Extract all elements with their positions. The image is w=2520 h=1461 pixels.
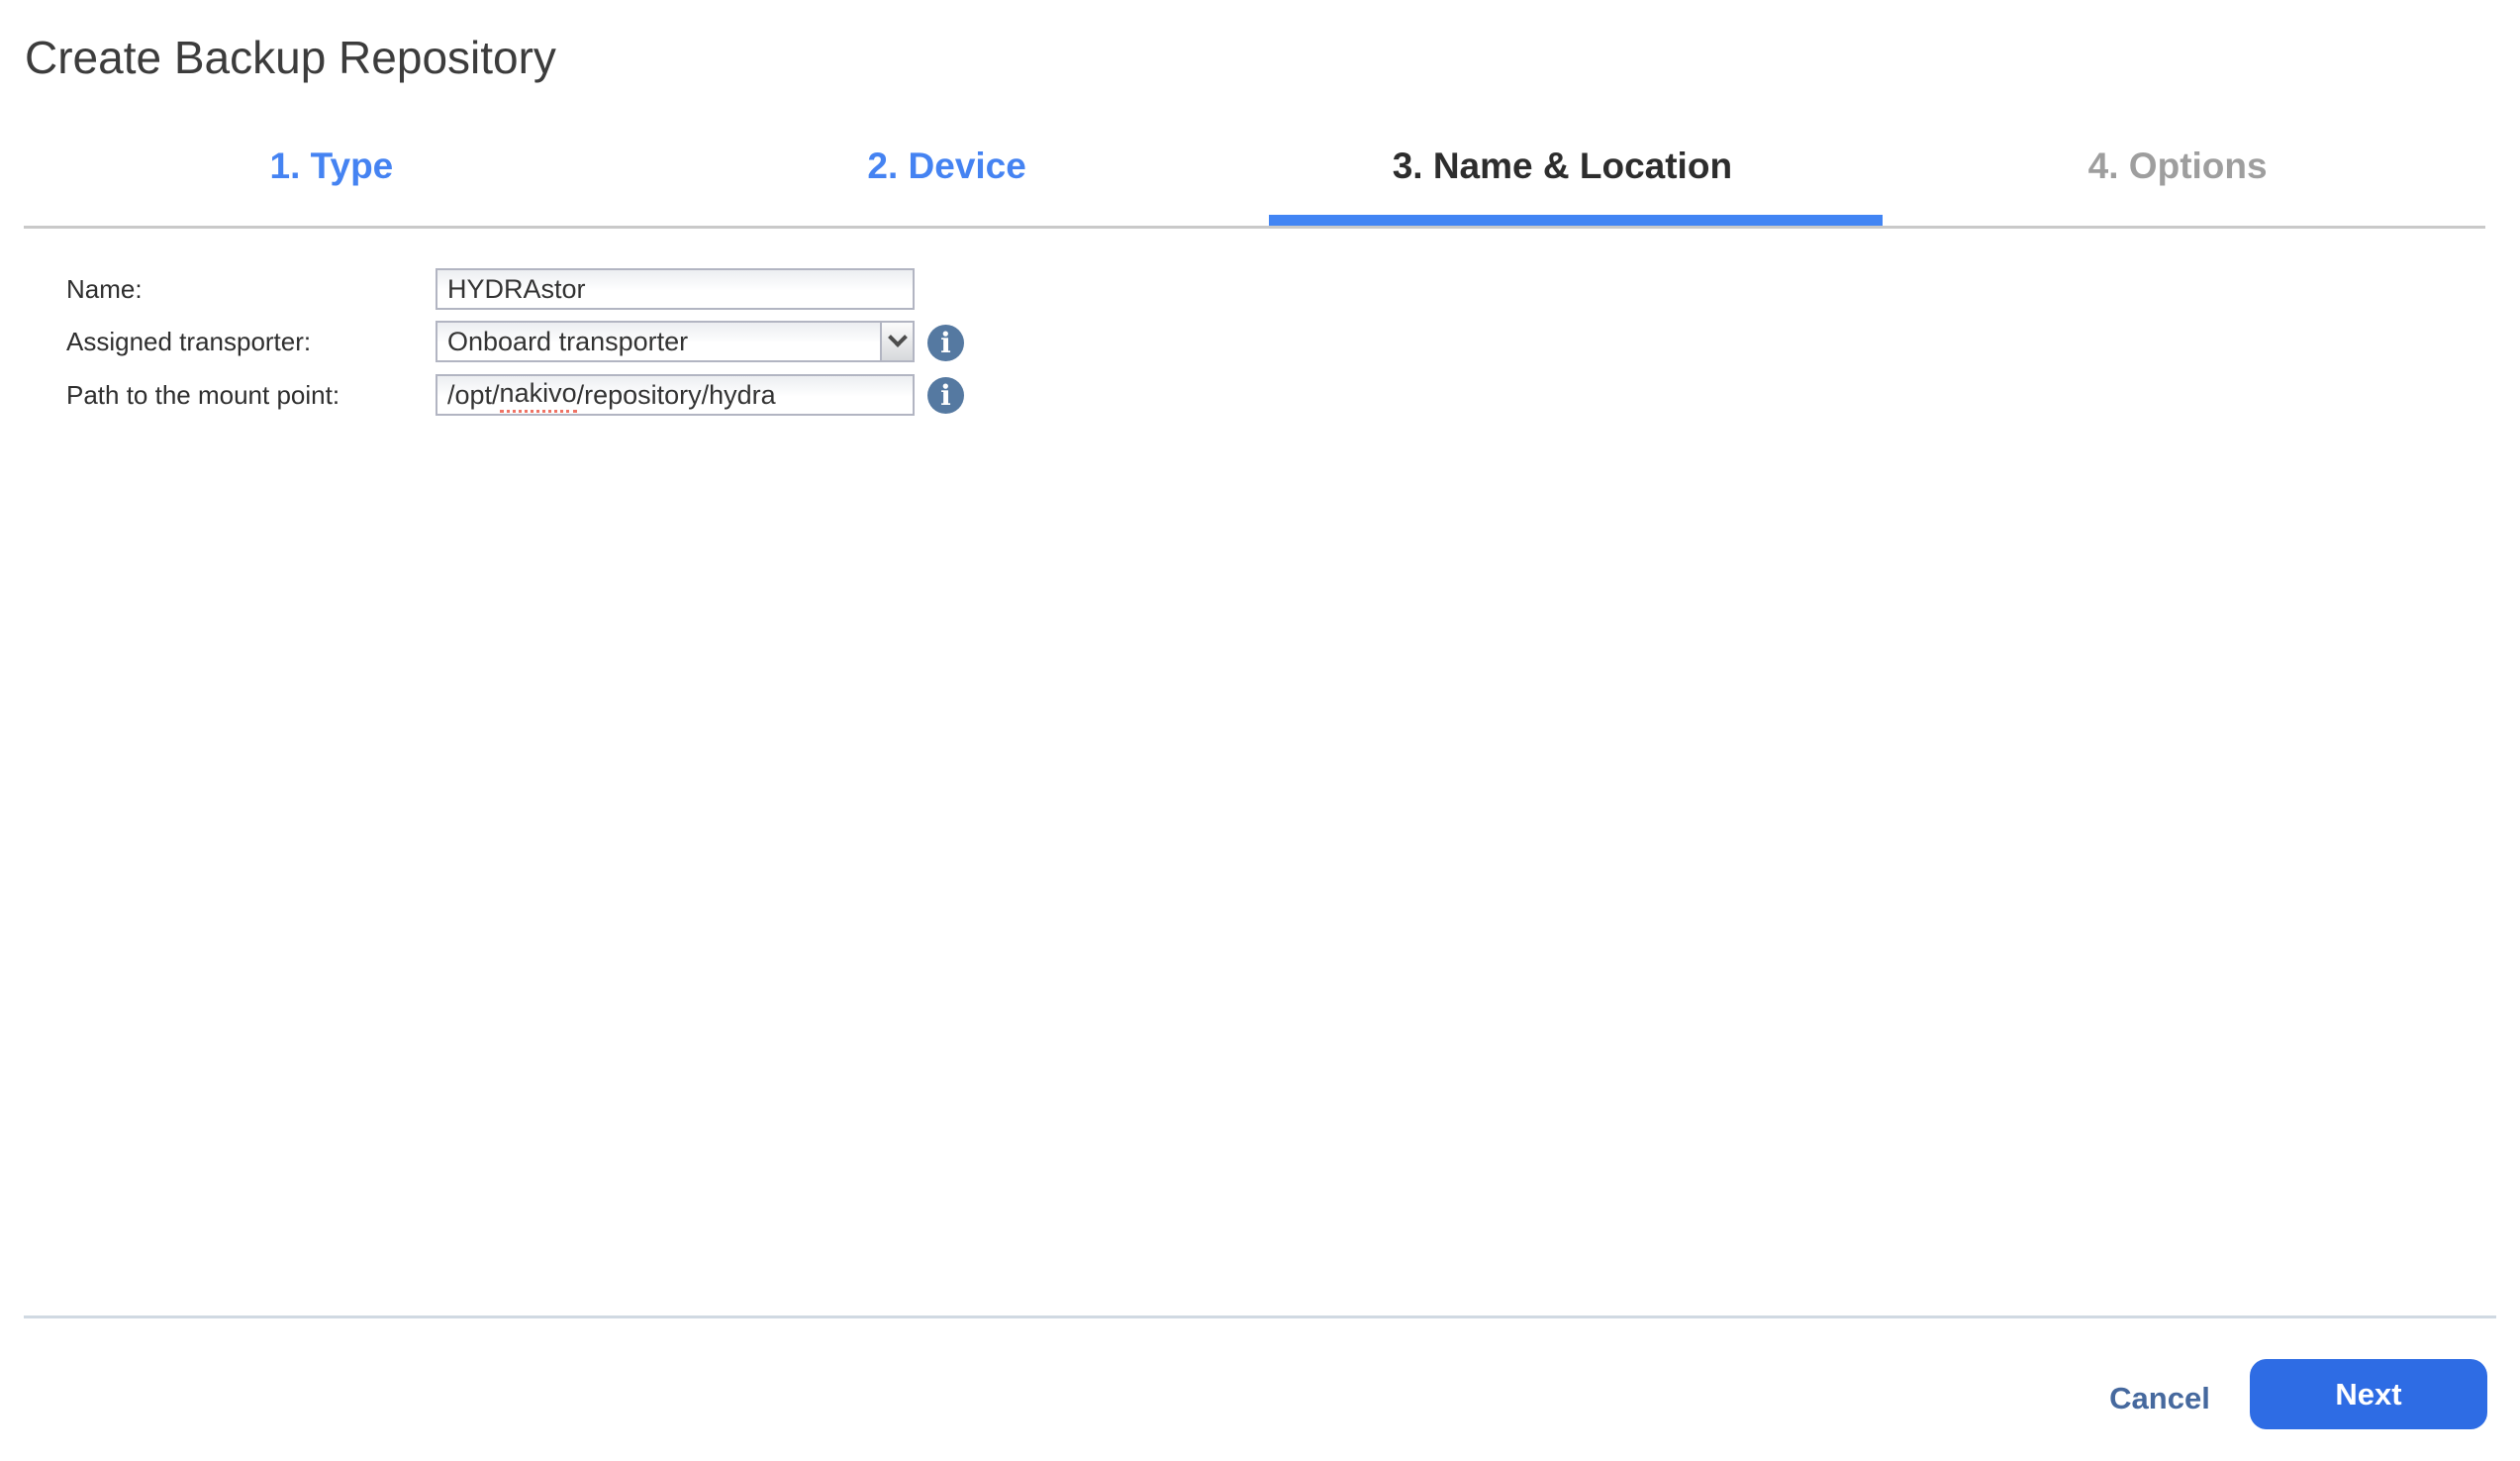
transporter-info-icon[interactable]: i (927, 325, 964, 361)
chevron-down-icon[interactable] (880, 323, 913, 360)
next-button[interactable]: Next (2250, 1359, 2487, 1429)
page-title: Create Backup Repository (25, 32, 556, 83)
mount-path-info-icon[interactable]: i (927, 377, 964, 414)
name-input[interactable] (436, 268, 915, 310)
spellcheck-underline: nakivo (499, 378, 577, 413)
mount-path-input[interactable]: /opt/nakivo/repository/hydra (436, 374, 915, 416)
transporter-selected-value: Onboard transporter (447, 326, 689, 356)
name-label: Name: (66, 274, 143, 304)
transporter-select[interactable]: Onboard transporter (436, 321, 915, 362)
tab-name-location[interactable]: 3. Name & Location (1255, 117, 1871, 226)
transporter-label: Assigned transporter: (66, 327, 312, 356)
cancel-button[interactable]: Cancel (2081, 1380, 2239, 1417)
tab-device[interactable]: 2. Device (639, 117, 1255, 226)
mount-path-label: Path to the mount point: (66, 380, 340, 410)
active-step-indicator (1269, 215, 1883, 226)
wizard-steps: 1. Type 2. Device 3. Name & Location 4. … (24, 117, 2485, 229)
tab-options[interactable]: 4. Options (1870, 117, 2485, 226)
tab-type[interactable]: 1. Type (24, 117, 639, 226)
footer-divider (24, 1315, 2496, 1318)
